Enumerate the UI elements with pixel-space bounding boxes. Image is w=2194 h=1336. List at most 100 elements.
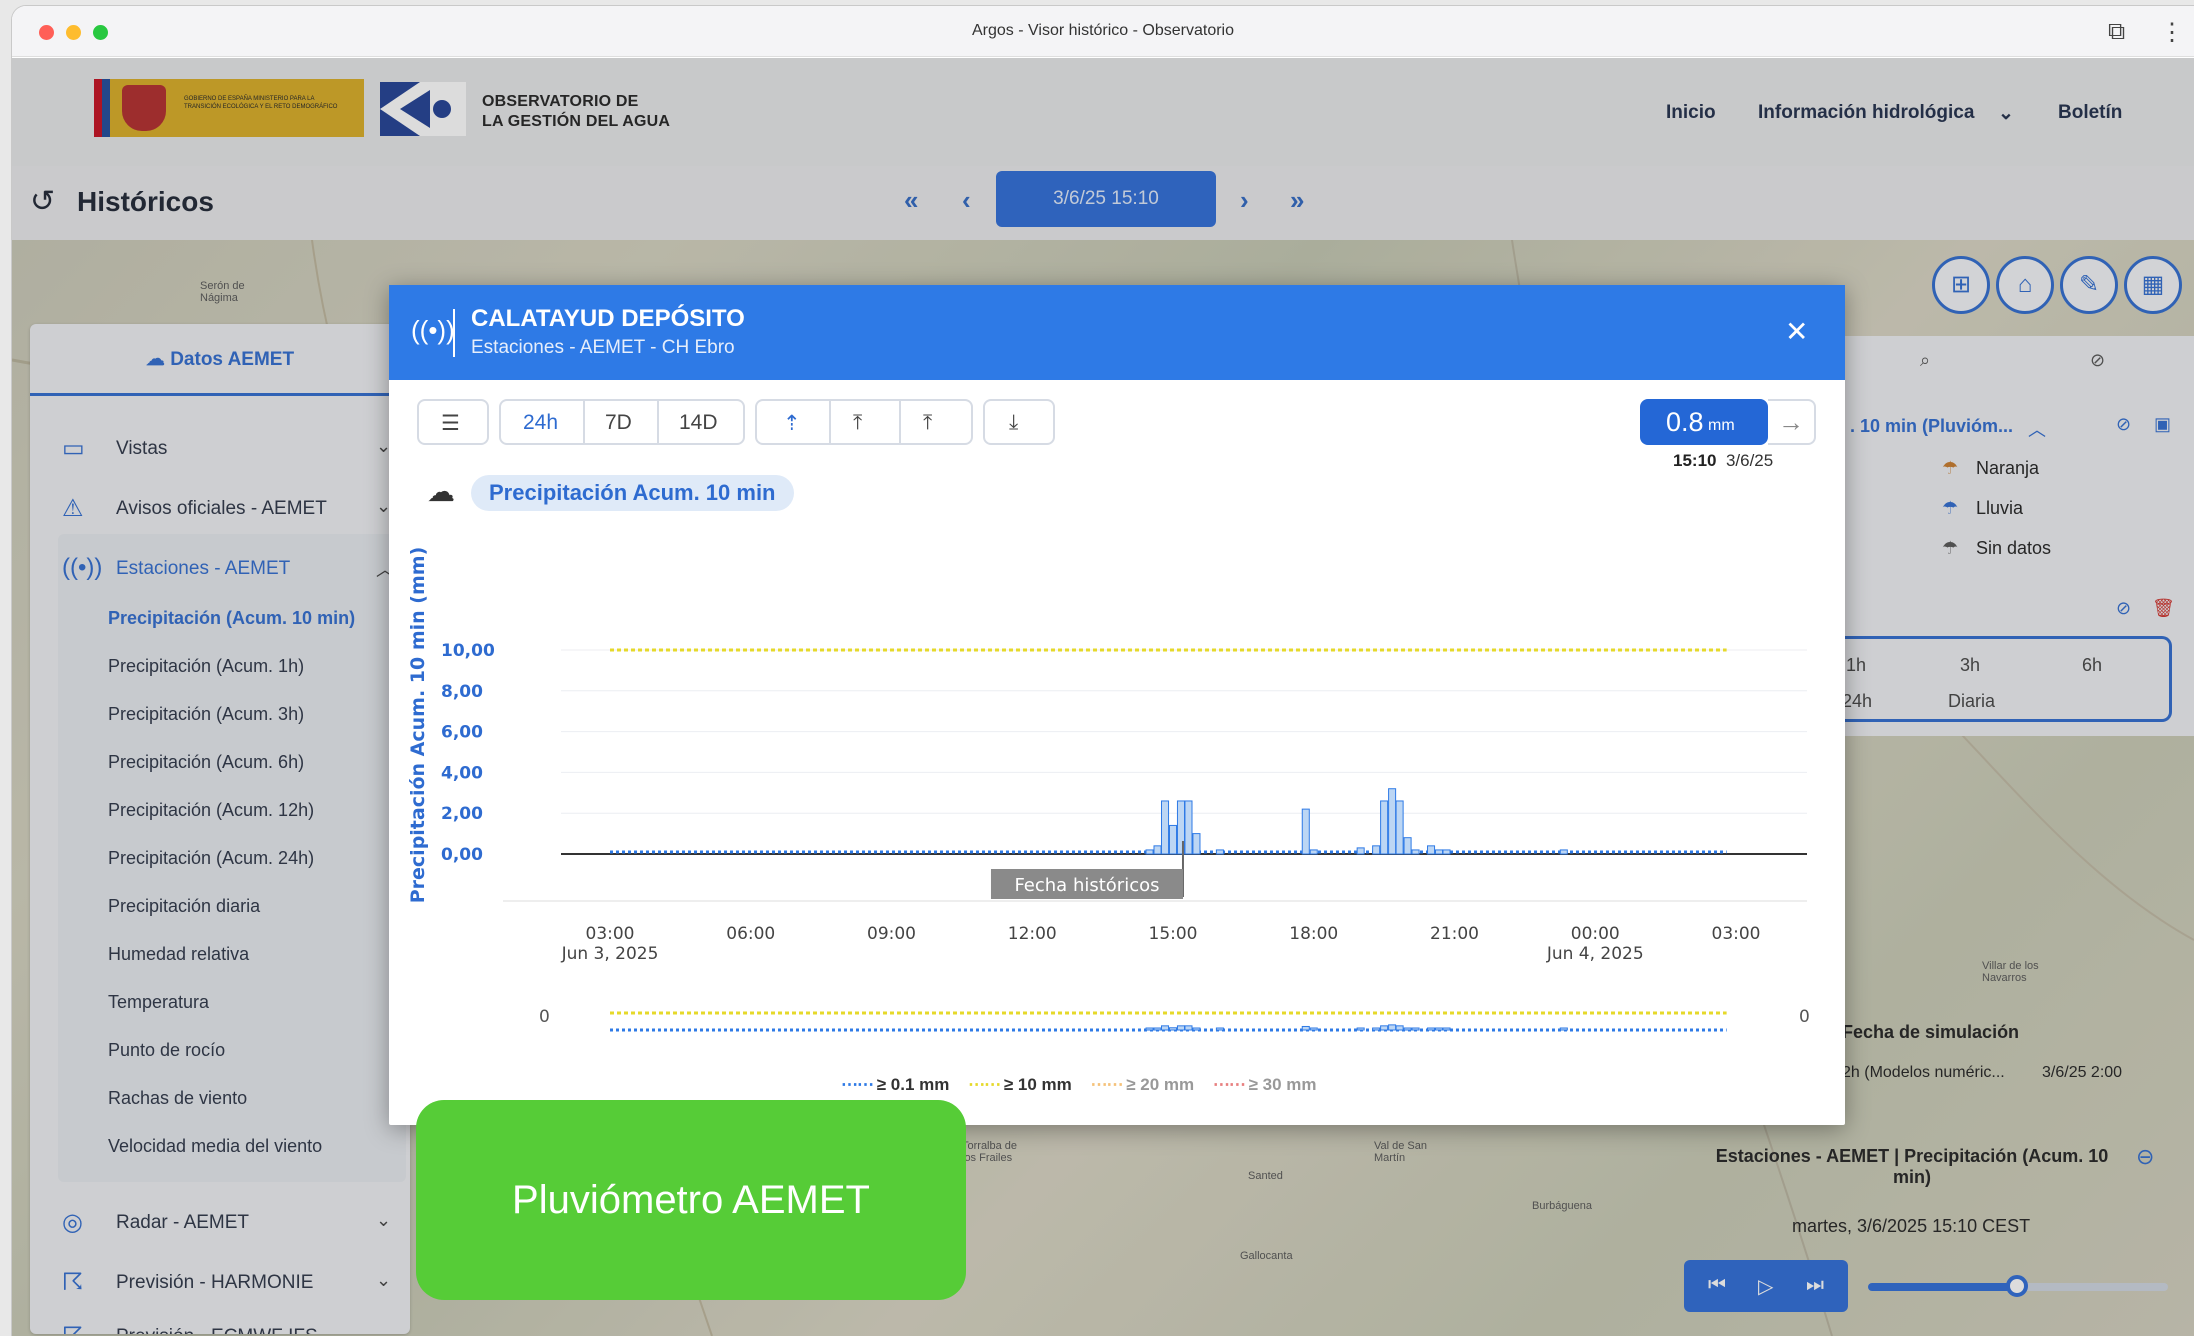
precip-bar <box>1153 845 1162 855</box>
title-bar: Argos - Visor histórico - Observatorio ⧉… <box>12 6 2194 57</box>
hamburger-icon: ☰ <box>441 412 460 435</box>
y-tick-label: 2,00 <box>441 804 483 824</box>
precip-bar <box>1309 849 1318 855</box>
x-tick-label: 12:00 <box>1008 924 1057 944</box>
y-tick-label: 0,00 <box>441 845 483 865</box>
legend-label-01[interactable]: ≥ 0.1 mm <box>877 1075 950 1094</box>
navigator-bar <box>1403 1027 1412 1031</box>
annotation-label-pluviometro: Pluviómetro AEMET <box>416 1100 966 1300</box>
precip-bar <box>1192 833 1201 855</box>
range-14d[interactable]: 14D <box>679 411 718 435</box>
station-subtitle: Estaciones - AEMET - CH Ebro <box>471 337 735 358</box>
navigator-bar <box>1427 1027 1436 1031</box>
navigator-bar <box>1184 1025 1193 1031</box>
scale-auto-icon[interactable]: ⇡ <box>783 411 801 436</box>
chart-x-ticks: 03:00Jun 3, 202506:00 09:00 12:00 15:00 18:0… <box>561 924 1761 964</box>
navigator-bar <box>1442 1027 1451 1031</box>
range-24h[interactable]: 24h <box>523 411 558 435</box>
navigator-bar <box>1215 1027 1224 1031</box>
legend-swatch-10: ⋯⋯ <box>968 1075 1004 1094</box>
rain-cloud-icon: ☁ <box>427 476 455 507</box>
download-icon: ⤓ <box>1009 411 1019 434</box>
y-tick-label: 4,00 <box>441 763 483 783</box>
more-menu-icon[interactable]: ⋮ <box>2160 18 2184 47</box>
precip-bar <box>1427 845 1436 855</box>
station-modal: ((•)) CALATAYUD DEPÓSITO Estaciones - AE… <box>389 285 1845 1125</box>
window-title: Argos - Visor histórico - Observatorio <box>971 22 1234 39</box>
legend-label-20[interactable]: ≥ 20 mm <box>1126 1075 1194 1094</box>
precip-bar <box>1388 788 1397 855</box>
x-tick-label: 03:00 <box>586 924 635 944</box>
value-timestamp: 15:10 3/6/25 <box>1673 451 1774 470</box>
legend-swatch-30: ⋯⋯ <box>1212 1075 1249 1094</box>
precip-bar <box>1434 849 1444 855</box>
precip-bar <box>1168 824 1178 855</box>
navigator-bar <box>1411 1027 1420 1031</box>
navigator-bar <box>1380 1025 1389 1031</box>
current-value: 0.8 <box>1666 407 1704 437</box>
scale-threshold-icon[interactable]: ⤒ <box>923 411 932 435</box>
menu-button[interactable]: ☰ <box>417 399 489 445</box>
precip-bar <box>1356 847 1365 855</box>
x-tick-label: 15:00 <box>1149 924 1198 944</box>
station-name: CALATAYUD DEPÓSITO <box>471 305 745 332</box>
precip-bar <box>1215 849 1224 855</box>
scale-group: ⇡ ⤒ ⤒ <box>755 399 973 445</box>
historic-date-label: Fecha históricos <box>1014 875 1159 896</box>
x-tick-label: 09:00 <box>867 924 916 944</box>
go-to-latest-arrow-icon[interactable]: → <box>1768 399 1816 445</box>
navigator-bar <box>1168 1027 1178 1031</box>
x-tick-date: Jun 3, 2025 <box>561 944 659 964</box>
x-tick-label: 06:00 <box>726 924 775 944</box>
navigator-bar <box>1372 1027 1381 1031</box>
legend-label-10[interactable]: ≥ 10 mm <box>1004 1075 1072 1094</box>
variable-chip[interactable]: Precipitación Acum. 10 min <box>471 475 794 511</box>
chart-y-label: Precipitación Acum. 10 min (mm) <box>407 547 429 904</box>
y-tick-label: 6,00 <box>441 723 483 743</box>
navigator-bar <box>1153 1027 1162 1031</box>
x-tick-label: 21:00 <box>1430 924 1479 944</box>
antenna-icon: ((•)) <box>411 315 455 345</box>
precip-bar <box>1301 808 1310 855</box>
precip-bar <box>1395 800 1404 855</box>
navigator-bar <box>1161 1025 1170 1031</box>
x-tick-label: 03:00 <box>1712 924 1761 944</box>
precip-bar <box>1372 845 1381 855</box>
scale-max-icon[interactable]: ⤒ <box>853 411 862 435</box>
chart-bars <box>1145 788 1568 855</box>
browser-window: Argos - Visor histórico - Observatorio ⧉… <box>12 6 2194 1336</box>
close-icon[interactable]: ✕ <box>1785 315 1808 348</box>
precip-bar <box>1411 849 1420 855</box>
navigator-bar <box>1388 1024 1397 1031</box>
y-tick-label: 10,00 <box>441 641 495 661</box>
precipitation-chart[interactable]: 10,00 8,00 6,00 4,00 2,00 0,00 Precipitación … <box>389 525 1845 1065</box>
chart-legend: ⋯⋯ ≥ 0.1 mm ⋯⋯ ≥ 10 mm ⋯⋯ ≥ 20 mm ⋯⋯ ≥ 3… <box>841 1075 1331 1095</box>
chart-grid <box>561 649 1807 814</box>
precip-bar <box>1145 849 1154 855</box>
precip-bar <box>1559 849 1568 855</box>
legend-swatch-01: ⋯⋯ <box>841 1075 877 1094</box>
precip-bar <box>1442 849 1451 855</box>
navigator-left-value: 0 <box>539 1007 550 1027</box>
x-tick-label: 18:00 <box>1289 924 1338 944</box>
precip-bar <box>1403 837 1412 855</box>
navigator-bar <box>1395 1025 1404 1031</box>
navigator-bar <box>1192 1027 1201 1031</box>
legend-swatch-20: ⋯⋯ <box>1090 1075 1127 1094</box>
x-tick-label: 00:00 <box>1571 924 1620 944</box>
range-7d[interactable]: 7D <box>605 411 632 435</box>
legend-label-30[interactable]: ≥ 30 mm <box>1249 1075 1317 1094</box>
current-value-pill: 0.8 mm <box>1640 399 1768 445</box>
navigator-bar <box>1559 1027 1568 1031</box>
navigator-right-value: 0 <box>1799 1007 1810 1027</box>
range-group: 24h 7D 14D <box>499 399 745 445</box>
navigator-bar <box>1301 1025 1310 1031</box>
download-button[interactable]: ⤓ <box>983 399 1055 445</box>
precip-bar <box>1161 800 1170 855</box>
navigator-bar <box>1434 1027 1444 1031</box>
extensions-icon[interactable]: ⧉ <box>2108 18 2125 46</box>
navigator-bar <box>1309 1027 1318 1031</box>
precip-bar <box>1184 800 1193 855</box>
navigator-bar <box>1145 1027 1154 1031</box>
y-tick-label: 8,00 <box>441 682 483 702</box>
